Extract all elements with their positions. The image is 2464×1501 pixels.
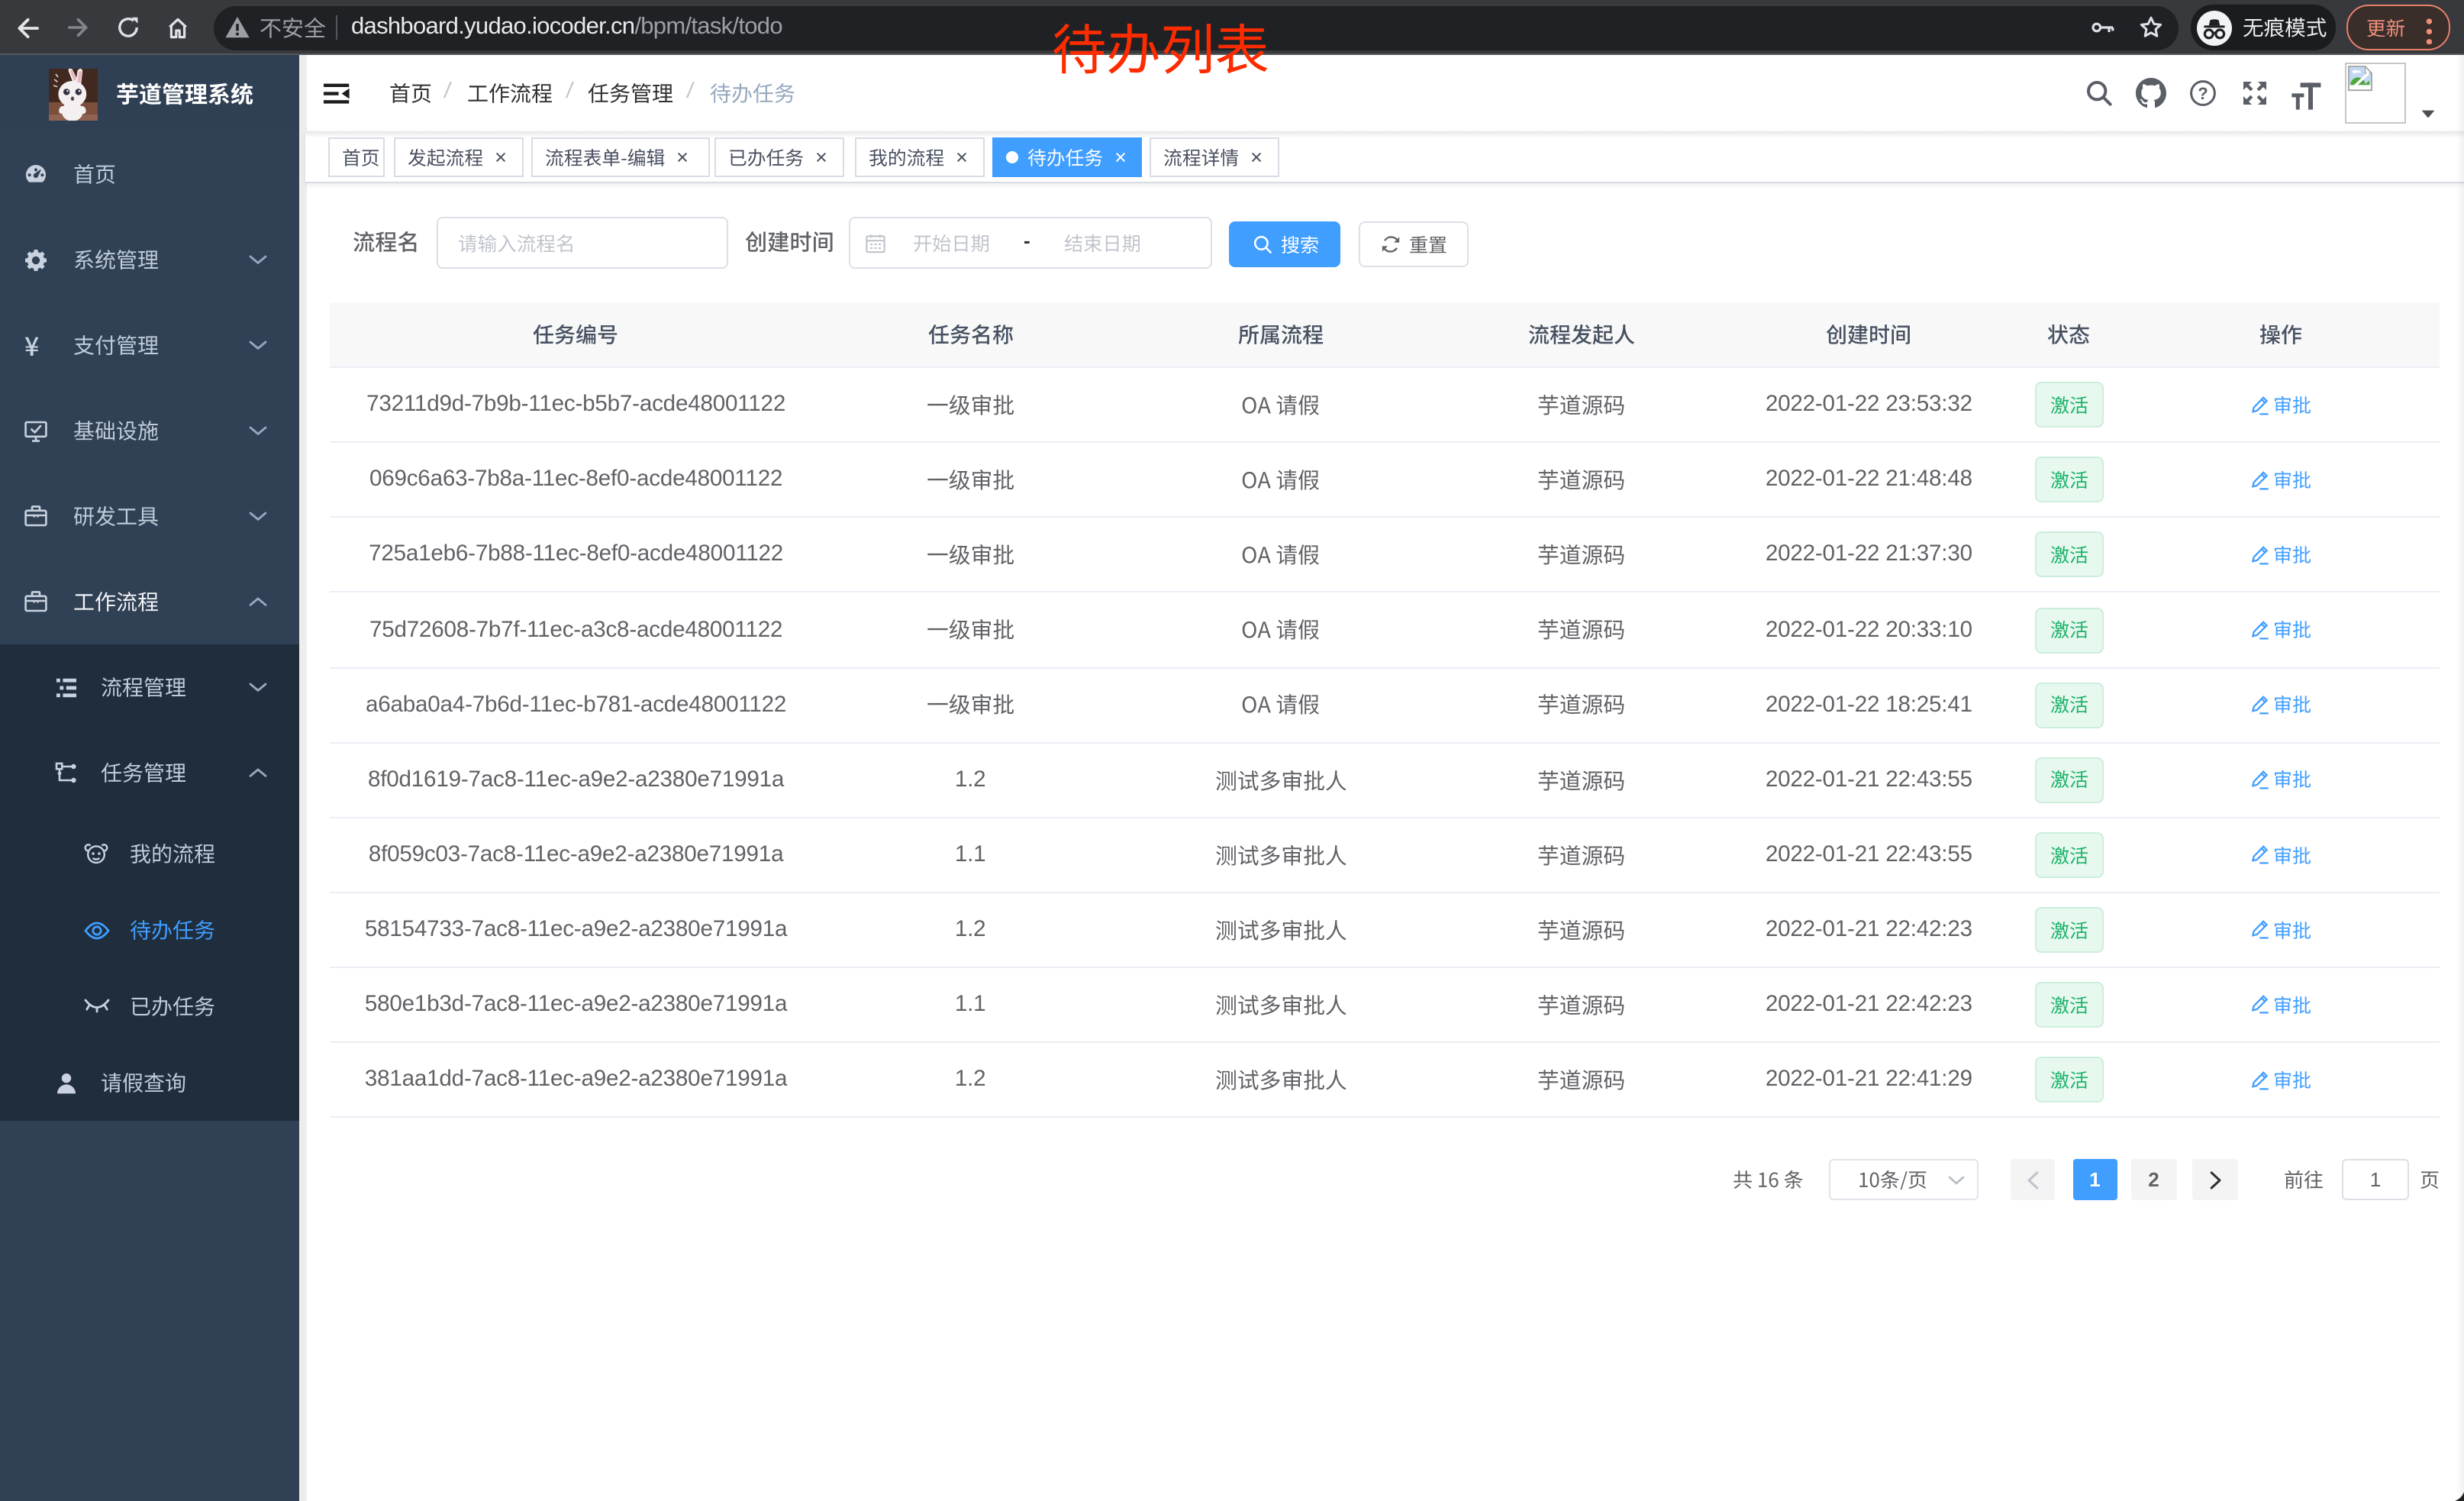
svg-text:?: ? — [2198, 84, 2208, 103]
